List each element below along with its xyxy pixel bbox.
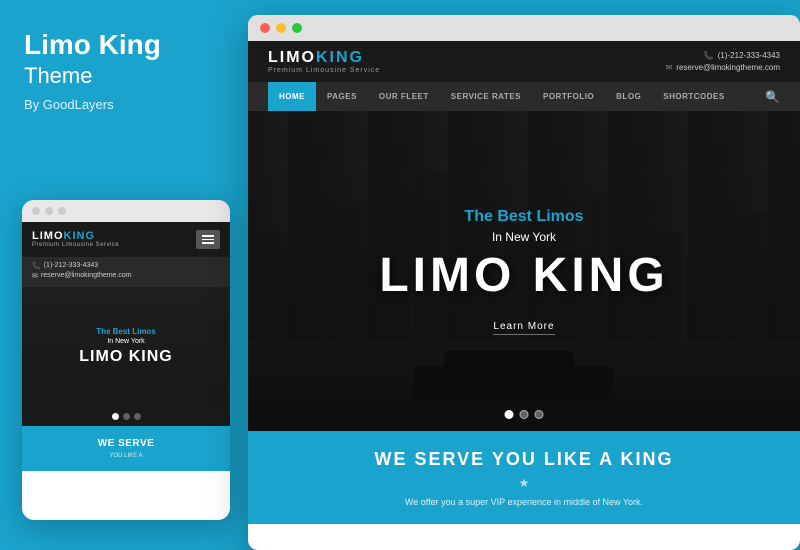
mobile-logo-text: LIMOKING (32, 230, 119, 242)
desktop-traffic-lights (248, 15, 800, 41)
desktop-mockup: LIMOKING Premium Limousine Service 📞 (1)… (248, 15, 800, 550)
serve-title: WE SERVE YOU LIKE A KING (268, 449, 780, 470)
site-logo-sub: Premium Limousine Service (268, 67, 380, 74)
mobile-serve-subtitle: YOU LIKE A (30, 453, 222, 459)
mobile-hero-tagline: The Best Limos (96, 327, 156, 336)
site-header: LIMOKING Premium Limousine Service 📞 (1)… (248, 41, 800, 82)
mobile-dot-2 (45, 207, 53, 215)
mobile-dot-1 (32, 207, 40, 215)
mobile-dot-3 (134, 413, 141, 420)
hero-learn-more-button[interactable]: Learn More (493, 321, 554, 335)
mobile-hero-title: LIMO KING (79, 348, 172, 366)
hero-dot-1[interactable] (505, 410, 514, 419)
nav-item-shortcodes[interactable]: SHORTCODES (652, 82, 735, 111)
nav-item-blog[interactable]: BLOG (605, 82, 652, 111)
theme-author: By GoodLayers (24, 97, 224, 112)
site-email: reserve@limokingtheme.com (676, 63, 780, 72)
mobile-serve-title: WE SERVE (30, 438, 222, 449)
site-logo-text: LIMOKING (268, 49, 364, 67)
mobile-email: reserve@limokingtheme.com (41, 272, 132, 279)
hero-tagline: The Best Limos (379, 208, 668, 226)
mobile-contact: 📞 (1)-212-333-4343 ✉ reserve@limokingthe… (22, 257, 230, 287)
mobile-slider-dots (22, 407, 230, 426)
left-panel: Limo King Theme By GoodLayers LIMOKING P… (0, 0, 248, 550)
mobile-dot-2 (123, 413, 130, 420)
site-hero: The Best Limos In New York LIMO KING Lea… (248, 111, 800, 431)
site-nav: HOME PAGES OUR FLEET SERVICE RATES PORTF… (248, 82, 800, 111)
theme-title-light: Theme (24, 63, 224, 89)
mobile-dot-active (112, 413, 119, 420)
mobile-dot-3 (58, 207, 66, 215)
desktop-dot-green (292, 23, 302, 33)
desktop-dot-red (260, 23, 270, 33)
mobile-email-line: ✉ reserve@limokingtheme.com (32, 272, 220, 280)
serve-text: We offer you a super VIP experience in m… (374, 496, 674, 510)
site-contact-info: 📞 (1)-212-333-4343 ✉ reserve@limokingthe… (666, 51, 780, 72)
mobile-serve-section: WE SERVE YOU LIKE A (22, 426, 230, 471)
site-email-icon: ✉ (666, 63, 673, 72)
nav-item-rates[interactable]: SERVICE RATES (440, 82, 532, 111)
mobile-logo-limo: LIMO (32, 230, 64, 242)
hero-subtitle: In New York (379, 230, 668, 244)
hero-content: The Best Limos In New York LIMO KING Lea… (379, 208, 668, 335)
search-icon[interactable]: 🔍 (765, 90, 780, 104)
mobile-mockup: LIMOKING Premium Limousine Service 📞 (1)… (22, 200, 230, 520)
site-logo: LIMOKING Premium Limousine Service (268, 49, 380, 74)
nav-item-portfolio[interactable]: PORTFOLIO (532, 82, 605, 111)
mobile-hamburger-button[interactable] (196, 230, 220, 249)
phone-icon: 📞 (32, 262, 41, 270)
hero-slider-dots (505, 410, 544, 419)
nav-items: HOME PAGES OUR FLEET SERVICE RATES PORTF… (268, 82, 736, 111)
nav-item-home[interactable]: HOME (268, 82, 316, 111)
hero-dot-2[interactable] (520, 410, 529, 419)
nav-item-pages[interactable]: PAGES (316, 82, 368, 111)
mobile-logo-sub: Premium Limousine Service (32, 242, 119, 248)
hero-title: LIMO KING (379, 252, 668, 300)
site-phone-line: 📞 (1)-212-333-4343 (704, 51, 780, 60)
desktop-dot-yellow (276, 23, 286, 33)
serve-star: ★ (268, 476, 780, 490)
hero-dot-3[interactable] (535, 410, 544, 419)
mobile-hero-subtitle: In New York (107, 338, 144, 345)
mobile-traffic-lights (22, 200, 230, 222)
serve-section: WE SERVE YOU LIKE A KING ★ We offer you … (248, 431, 800, 524)
nav-item-fleet[interactable]: OUR FLEET (368, 82, 440, 111)
theme-title-bold: Limo King (24, 30, 224, 61)
site-email-line: ✉ reserve@limokingtheme.com (666, 63, 780, 72)
logo-limo: LIMO (268, 49, 316, 66)
mobile-header: LIMOKING Premium Limousine Service (22, 222, 230, 257)
site-phone: (1)-212-333-4343 (718, 51, 780, 60)
logo-king: KING (316, 49, 364, 66)
mobile-phone-line: 📞 (1)-212-333-4343 (32, 262, 220, 270)
mobile-logo: LIMOKING Premium Limousine Service (32, 230, 119, 248)
mobile-hero: The Best Limos In New York LIMO KING (22, 287, 230, 407)
email-icon: ✉ (32, 272, 38, 280)
mobile-logo-king: KING (64, 230, 96, 242)
mobile-hero-overlay (22, 287, 230, 407)
mobile-phone: (1)-212-333-4343 (44, 262, 98, 269)
site-phone-icon: 📞 (704, 51, 714, 60)
theme-name: Limo King Theme By GoodLayers (24, 30, 224, 112)
